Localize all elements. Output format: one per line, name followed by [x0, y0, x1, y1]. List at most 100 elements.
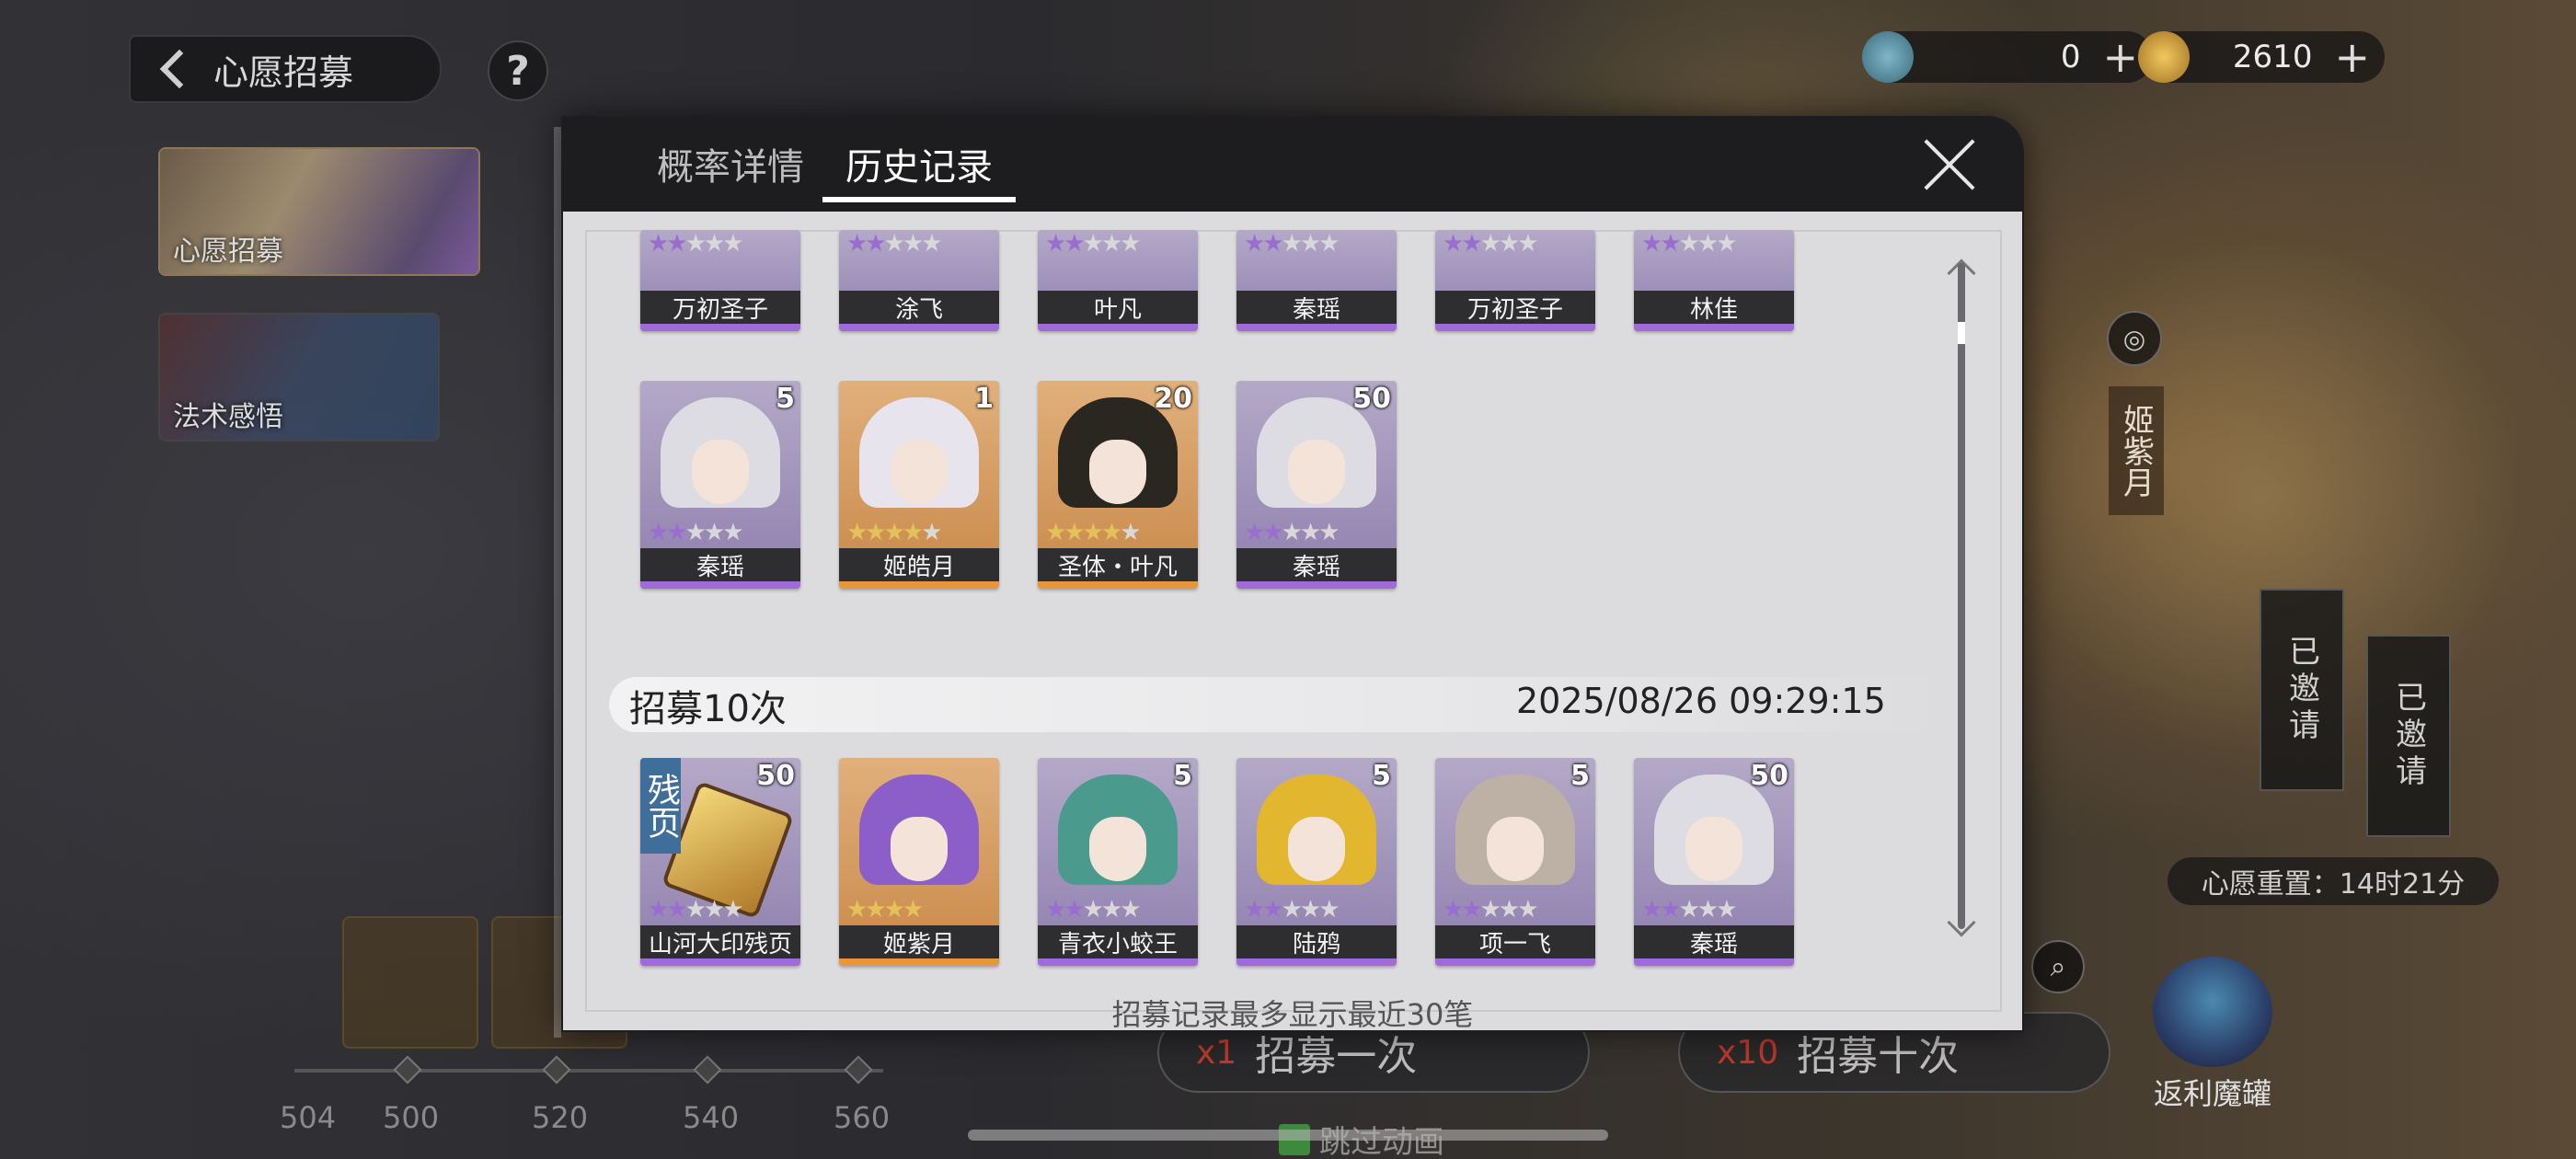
record-card[interactable]: ★★★★ 姬紫月 — [839, 758, 999, 966]
page-title: 心愿招募 — [213, 52, 354, 93]
record-card[interactable]: 残页 ★★★★★ 50 山河大印残页 — [640, 758, 800, 966]
help-button[interactable]: ? — [488, 40, 548, 101]
card-name: 青衣小蛟王 — [1038, 925, 1198, 958]
invited-badge: 已邀请 — [2366, 635, 2451, 837]
progress-label: 560 — [834, 1100, 891, 1135]
star-rating: ★★★★★ — [1641, 896, 1738, 924]
rarity-strip — [1435, 958, 1595, 966]
record-card[interactable]: ★★★★★ 5 秦瑶 — [640, 381, 800, 589]
modal-shadow — [554, 127, 561, 1038]
character-face — [1685, 817, 1742, 881]
star-rating: ★★★★★ — [1641, 230, 1738, 258]
star-rating: ★★★★★ — [1045, 519, 1142, 546]
card-count: 50 — [1352, 383, 1391, 415]
fragment-tag: 残页 — [640, 758, 681, 854]
record-card[interactable]: ★★★★★ 5 陆鸦 — [1236, 758, 1397, 966]
record-title: 招募10次 — [629, 688, 787, 730]
card-name: 叶凡 — [1038, 291, 1198, 324]
rarity-strip — [839, 324, 999, 331]
card-name: 姬紫月 — [839, 925, 999, 958]
lock-icon[interactable]: ◎ — [2107, 311, 2162, 366]
card-name: 姬皓月 — [839, 548, 999, 581]
card-count: 5 — [776, 383, 795, 415]
record-card[interactable]: ★★★★★ 1 姬皓月 — [839, 381, 999, 589]
character-face — [1487, 817, 1544, 881]
rarity-strip — [640, 958, 800, 966]
record-card[interactable]: ★★★★★ 5 青衣小蛟王 — [1038, 758, 1198, 966]
home-indicator[interactable] — [968, 1130, 1608, 1141]
recruit-cost: x1 — [1196, 1033, 1237, 1072]
history-modal: 概率详情 历史记录 ★★★★★ 万初圣子 ★★★★★ 涂飞 ★★★★★ 叶凡 ★… — [561, 116, 2024, 1032]
wish-reset-timer: 心愿重置：14时21分 — [2168, 857, 2499, 905]
back-title-button[interactable]: 心愿招募 — [129, 35, 442, 103]
close-icon[interactable] — [1921, 136, 1978, 193]
rarity-strip — [640, 324, 800, 331]
star-rating: ★★★★★ — [1443, 896, 1539, 924]
record-timestamp: 2025/08/26 09:29:15 — [1516, 681, 1886, 721]
currency-value: 0 — [2060, 39, 2081, 75]
card-count: 1 — [974, 383, 994, 415]
rarity-strip — [1435, 324, 1595, 331]
recruit-cost: x10 — [1717, 1033, 1779, 1072]
add-currency-button[interactable]: + — [2334, 36, 2370, 78]
character-face — [1288, 440, 1345, 504]
side-tab-wish-recruit[interactable]: 心愿招募 — [158, 147, 480, 276]
rarity-strip — [1038, 581, 1198, 589]
progress-track — [294, 1069, 883, 1073]
star-rating: ★★★★★ — [1443, 230, 1539, 258]
milestone-reward[interactable] — [342, 916, 478, 1049]
scrollbar-thumb[interactable] — [1958, 322, 1965, 344]
rarity-strip — [1634, 958, 1794, 966]
add-currency-button[interactable]: + — [2102, 36, 2138, 78]
rarity-strip — [1236, 581, 1397, 589]
card-count: 5 — [1570, 760, 1590, 792]
star-rating: ★★★★★ — [1244, 896, 1340, 924]
star-rating: ★★★★★ — [648, 519, 744, 546]
gold-coin-icon — [2138, 31, 2190, 83]
character-face — [1089, 817, 1146, 881]
star-rating: ★★★★★ — [1244, 230, 1340, 258]
tab-history[interactable]: 历史记录 — [822, 116, 1016, 212]
record-card[interactable]: ★★★★★ 5 项一飞 — [1435, 758, 1595, 966]
search-icon[interactable]: ⌕ — [2031, 940, 2085, 993]
scrollbar[interactable] — [1958, 263, 1965, 929]
magic-jar-label: 返利魔罐 — [2153, 1076, 2271, 1111]
record-card[interactable]: ★★★★★ 林佳 — [1634, 230, 1794, 331]
star-rating: ★★★★★ — [1244, 519, 1340, 546]
modal-header: 概率详情 历史记录 — [561, 116, 2024, 212]
currency-value: 2610 — [2232, 39, 2313, 75]
progress-label: 520 — [532, 1100, 589, 1135]
card-name: 项一飞 — [1435, 925, 1595, 958]
star-rating: ★★★★★ — [1045, 230, 1142, 258]
side-tab-spell-insight[interactable]: 法术感悟 — [158, 313, 440, 442]
magic-jar-button[interactable]: 返利魔罐 — [2144, 957, 2282, 1113]
character-face — [891, 440, 948, 504]
record-card[interactable]: ★★★★★ 50 秦瑶 — [1236, 381, 1397, 589]
card-count: 50 — [756, 760, 795, 792]
card-name: 陆鸦 — [1236, 925, 1397, 958]
invited-badge: 已邀请 — [2260, 589, 2344, 791]
progress-label: 500 — [383, 1100, 440, 1135]
side-tab-label: 法术感悟 — [173, 401, 283, 433]
record-card[interactable]: ★★★★★ 万初圣子 — [640, 230, 800, 331]
record-card[interactable]: ★★★★★ 秦瑶 — [1236, 230, 1397, 331]
tab-probability-details[interactable]: 概率详情 — [631, 116, 830, 212]
record-card[interactable]: ★★★★★ 50 秦瑶 — [1634, 758, 1794, 966]
star-rating: ★★★★★ — [648, 230, 744, 258]
history-list[interactable]: ★★★★★ 万初圣子 ★★★★★ 涂飞 ★★★★★ 叶凡 ★★★★★ 秦瑶 ★★… — [563, 212, 2022, 1030]
card-count: 5 — [1173, 760, 1192, 792]
character-face — [891, 817, 948, 881]
record-card[interactable]: ★★★★★ 20 圣体・叶凡 — [1038, 381, 1198, 589]
rarity-strip — [839, 958, 999, 966]
character-face — [692, 440, 749, 504]
star-rating: ★★★★★ — [1045, 896, 1142, 924]
side-tab-label: 心愿招募 — [173, 235, 283, 268]
wish-coin-icon — [1862, 31, 1914, 83]
character-face — [1288, 817, 1345, 881]
currency-gold: 2610 + — [2138, 31, 2385, 83]
record-card[interactable]: ★★★★★ 万初圣子 — [1435, 230, 1595, 331]
record-card[interactable]: ★★★★★ 涂飞 — [839, 230, 999, 331]
record-card[interactable]: ★★★★★ 叶凡 — [1038, 230, 1198, 331]
rarity-strip — [1038, 324, 1198, 331]
card-count: 5 — [1372, 760, 1391, 792]
